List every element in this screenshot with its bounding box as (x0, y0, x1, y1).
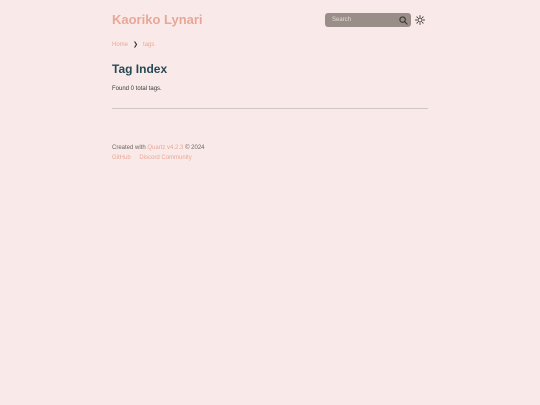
sun-icon[interactable] (414, 14, 426, 26)
breadcrumb-tags[interactable]: tags (143, 42, 154, 48)
breadcrumb-separator: ❯ (133, 42, 139, 48)
copyright-text: © 2024 (185, 145, 205, 151)
divider (112, 108, 428, 109)
page-title: Tag Index (112, 62, 168, 76)
tag-count-text: Found 0 total tags. (112, 86, 162, 92)
search-placeholder: Search (332, 17, 352, 23)
footer-links: GitHub Discord Community (112, 155, 199, 161)
search-icon[interactable] (397, 14, 409, 26)
page: Kaoriko Lynari Search Home ❯ tags Tag In… (0, 0, 540, 405)
search-bar[interactable]: Search (325, 13, 411, 27)
site-title[interactable]: Kaoriko Lynari (112, 12, 203, 27)
footer-credit: Created with Quartz v4.2.3 © 2024 (112, 145, 205, 151)
quartz-link[interactable]: Quartz v4.2.3 (147, 145, 183, 151)
discord-link[interactable]: Discord Community (139, 155, 191, 161)
breadcrumb: Home ❯ tags (112, 41, 154, 49)
created-with-text: Created with (112, 145, 146, 151)
github-link[interactable]: GitHub (112, 155, 131, 161)
breadcrumb-home[interactable]: Home (112, 42, 128, 48)
